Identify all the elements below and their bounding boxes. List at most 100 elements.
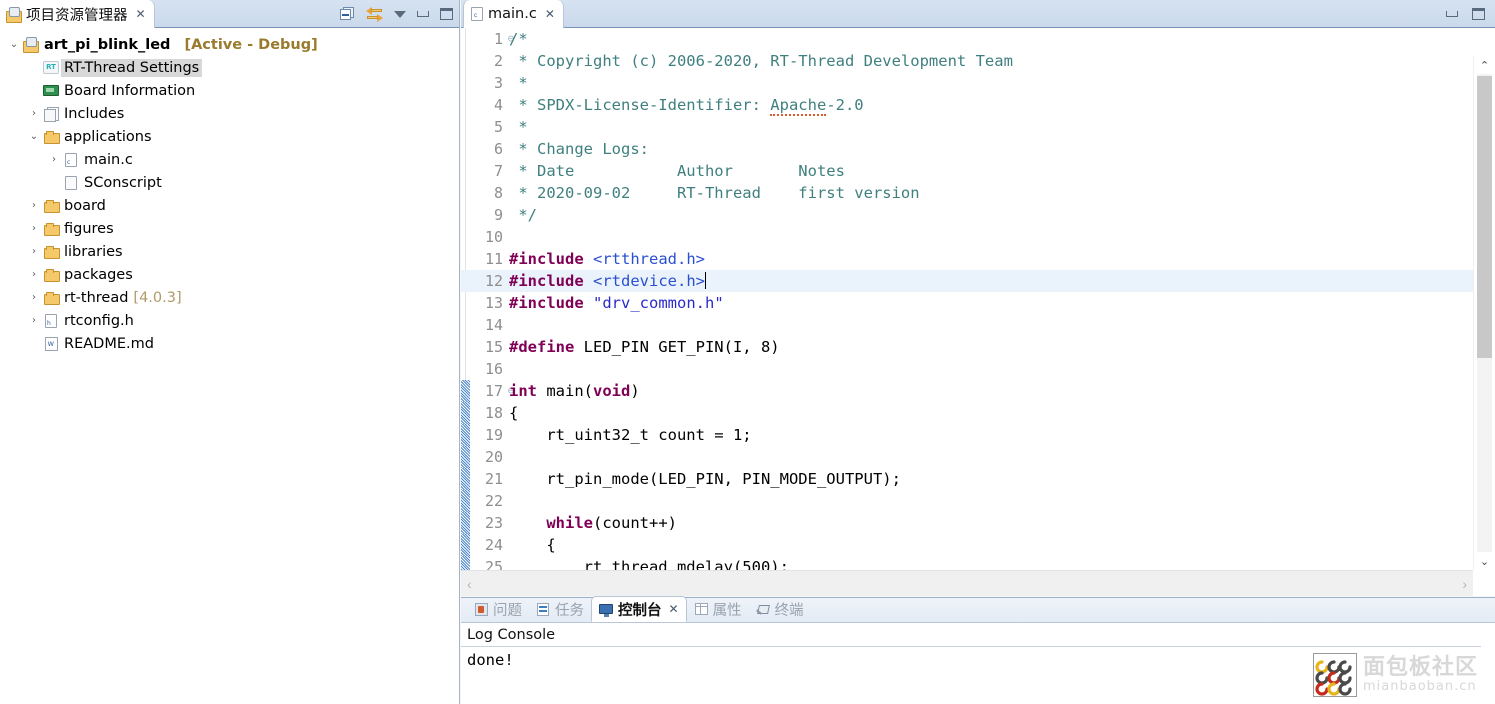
editor-horizontal-scrollbar[interactable]: ‹ ›	[461, 570, 1473, 596]
code-line[interactable]: 21 rt_pin_mode(LED_PIN, PIN_MODE_OUTPUT)…	[461, 468, 1473, 490]
close-icon[interactable]: ✕	[545, 8, 555, 20]
line-number: 23	[484, 514, 503, 532]
console-tab-item-1[interactable]: 任务	[529, 597, 591, 622]
c-file-icon: c	[471, 7, 483, 21]
project-tree[interactable]: ⌄ art_pi_blink_led [Active - Debug] RT RT-Th…	[0, 28, 459, 704]
code-line[interactable]: 20	[461, 446, 1473, 468]
code-line[interactable]: 19 rt_uint32_t count = 1;	[461, 424, 1473, 446]
expand-arrow-right-icon[interactable]: ›	[26, 223, 42, 234]
code-line-text: *	[509, 116, 527, 138]
line-number: 12	[484, 272, 503, 290]
expand-arrow-down-icon[interactable]: ⌄	[6, 39, 22, 50]
code-line[interactable]: 24 {	[461, 534, 1473, 556]
expand-arrow-right-icon[interactable]: ›	[26, 292, 42, 303]
code-line-text: /*	[509, 28, 528, 50]
tree-item-art-pi-blink-led[interactable]: ⌄ art_pi_blink_led [Active - Debug]	[0, 33, 459, 56]
code-line[interactable]: 4 * SPDX-License-Identifier: Apache-2.0	[461, 94, 1473, 116]
tab-project-explorer[interactable]: 项目资源管理器 ✕	[0, 0, 155, 28]
line-number: 14	[484, 316, 503, 334]
code-text-area[interactable]: 1 ⊖/* 2 * Copyright (c) 2006-2020, RT-Thre…	[461, 28, 1473, 570]
tree-item-includes[interactable]: › Includes	[0, 102, 459, 125]
line-number: 18	[484, 404, 503, 422]
code-line[interactable]: 17 ⊖ int main(void)	[461, 380, 1473, 402]
code-line[interactable]: 13 #include "drv_common.h"	[461, 292, 1473, 314]
code-line[interactable]: 9 */	[461, 204, 1473, 226]
code-line[interactable]: 7 * Date Author Notes	[461, 160, 1473, 182]
scroll-up-icon[interactable]: ⌃	[1474, 56, 1495, 74]
code-line[interactable]: 14	[461, 314, 1473, 336]
tree-item-figures[interactable]: › figures	[0, 217, 459, 240]
code-line[interactable]: 6 * Change Logs:	[461, 138, 1473, 160]
console-tab-console[interactable]: 控制台 ✕	[591, 596, 687, 622]
code-line[interactable]: 11 #include <rtthread.h>	[461, 248, 1473, 270]
tree-item-label: art_pi_blink_led	[44, 36, 171, 53]
code-line[interactable]: 8 * 2020-09-02 RT-Thread first version	[461, 182, 1473, 204]
expand-arrow-right-icon[interactable]: ›	[26, 246, 42, 257]
code-line[interactable]: 23 while(count++)	[461, 512, 1473, 534]
tree-item-board-information[interactable]: Board Information	[0, 79, 459, 102]
code-line[interactable]: 2 * Copyright (c) 2006-2020, RT-Thread D…	[461, 50, 1473, 72]
collapse-all-icon[interactable]	[340, 7, 355, 21]
tree-item-main-c[interactable]: › c main.c	[0, 148, 459, 171]
code-line-text: rt_uint32_t count = 1;	[509, 424, 751, 446]
code-line[interactable]: 15 #define LED_PIN GET_PIN(I, 8)	[461, 336, 1473, 358]
tree-item-sconscript[interactable]: SConscript	[0, 171, 459, 194]
expand-arrow-down-icon[interactable]: ⌄	[26, 131, 42, 142]
tree-item-libraries[interactable]: › libraries	[0, 240, 459, 263]
code-token: -2.0	[826, 96, 864, 114]
code-line[interactable]: 3 *	[461, 72, 1473, 94]
expand-arrow-right-icon[interactable]: ›	[46, 154, 62, 165]
line-number: 6	[493, 140, 503, 158]
code-token: <rtdevice.h>	[593, 272, 705, 290]
code-token: /*	[509, 30, 528, 48]
maximize-icon[interactable]	[1472, 8, 1485, 20]
code-line-text: int main(void)	[509, 380, 640, 402]
tree-item-board[interactable]: › board	[0, 194, 459, 217]
code-token: * Date Author Notes	[509, 162, 845, 180]
code-line[interactable]: 1 ⊖/*	[461, 28, 1473, 50]
code-line[interactable]: 22	[461, 490, 1473, 512]
code-line[interactable]: 10	[461, 226, 1473, 248]
code-line[interactable]: 12 #include <rtdevice.h>	[461, 270, 1473, 292]
chevron-down-icon[interactable]	[394, 10, 406, 18]
console-tab-label: 终端	[774, 603, 804, 619]
tab-main-c[interactable]: c main.c ✕	[463, 0, 564, 28]
editor-vertical-scrollbar[interactable]: ⌃ ⌄	[1473, 56, 1495, 570]
code-line[interactable]: 25 rt_thread_mdelay(500);	[461, 556, 1473, 570]
expand-arrow-right-icon[interactable]: ›	[26, 269, 42, 280]
eclipse-ide-window: 项目资源管理器 ✕ ⌄ art_pi_blink_led [Active - D…	[0, 0, 1495, 704]
console-tab-item-3[interactable]: 属性	[687, 597, 749, 622]
code-line-text: #include <rtdevice.h>	[509, 270, 706, 292]
code-token: * 2020-09-02 RT-Thread first version	[509, 184, 920, 202]
expand-arrow-right-icon[interactable]: ›	[26, 108, 42, 119]
vscrollbar-thumb[interactable]	[1477, 76, 1492, 358]
console-tabbar: 问题 任务 控制台 ✕ 属性 终端	[461, 596, 1495, 623]
expand-arrow-right-icon[interactable]: ›	[26, 315, 42, 326]
scroll-left-icon[interactable]: ‹	[467, 576, 472, 592]
tree-item-packages[interactable]: › packages	[0, 263, 459, 286]
code-token: main(	[546, 382, 593, 400]
minimize-icon[interactable]	[1446, 11, 1458, 17]
tree-item-rt-thread[interactable]: › rt-thread [4.0.3]	[0, 286, 459, 309]
expand-arrow-right-icon[interactable]: ›	[26, 200, 42, 211]
tree-item-readme-md[interactable]: README.md	[0, 332, 459, 355]
maximize-icon[interactable]	[440, 8, 453, 20]
tree-item-applications[interactable]: ⌄ applications	[0, 125, 459, 148]
code-line-text: * SPDX-License-Identifier: Apache-2.0	[509, 94, 864, 116]
close-icon[interactable]: ✕	[669, 603, 679, 615]
code-token: rt_thread_mdelay(500);	[509, 558, 789, 570]
code-line[interactable]: 5 *	[461, 116, 1473, 138]
console-tab-item-0[interactable]: 问题	[467, 597, 529, 622]
minimize-icon[interactable]	[417, 11, 429, 17]
code-line[interactable]: 16	[461, 358, 1473, 380]
scroll-right-icon[interactable]: ›	[1462, 576, 1467, 592]
includes-icon	[42, 107, 60, 122]
link-with-editor-icon[interactable]	[366, 6, 383, 22]
close-icon[interactable]: ✕	[136, 8, 146, 20]
console-tab-item-4[interactable]: 终端	[749, 597, 811, 622]
scroll-down-icon[interactable]: ⌄	[1474, 552, 1495, 570]
console-tab-label: 问题	[493, 603, 522, 619]
code-line[interactable]: 18 {	[461, 402, 1473, 424]
tree-item-rt-thread-settings[interactable]: RT RT-Thread Settings	[0, 56, 459, 79]
tree-item-rtconfig-h[interactable]: › h rtconfig.h	[0, 309, 459, 332]
